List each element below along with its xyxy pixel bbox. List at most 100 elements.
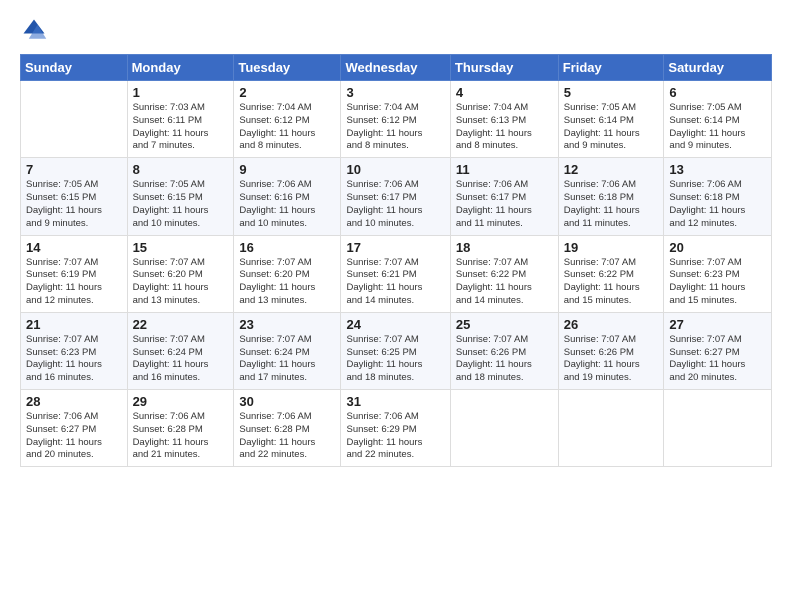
weekday-header: Thursday [450, 55, 558, 81]
day-number: 9 [239, 162, 335, 177]
day-info: Sunrise: 7:06 AMSunset: 6:28 PMDaylight:… [133, 411, 229, 462]
day-info: Sunrise: 7:04 AMSunset: 6:13 PMDaylight:… [456, 102, 553, 153]
day-cell: 9 Sunrise: 7:06 AMSunset: 6:16 PMDaylight… [234, 158, 341, 235]
day-number: 15 [133, 240, 229, 255]
day-cell: 27 Sunrise: 7:07 AMSunset: 6:27 PMDayligh… [664, 312, 772, 389]
day-cell: 10 Sunrise: 7:06 AMSunset: 6:17 PMDayligh… [341, 158, 450, 235]
day-info: Sunrise: 7:04 AMSunset: 6:12 PMDaylight:… [239, 102, 335, 153]
day-info: Sunrise: 7:07 AMSunset: 6:22 PMDaylight:… [456, 257, 553, 308]
day-number: 20 [669, 240, 766, 255]
day-number: 12 [564, 162, 659, 177]
day-number: 28 [26, 394, 122, 409]
day-info: Sunrise: 7:06 AMSunset: 6:17 PMDaylight:… [346, 179, 444, 230]
weekday-header: Monday [127, 55, 234, 81]
week-row: 28Sunrise: 7:06 AMSunset: 6:27 PMDayligh… [21, 390, 772, 467]
day-info: Sunrise: 7:07 AMSunset: 6:24 PMDaylight:… [239, 334, 335, 385]
day-info: Sunrise: 7:07 AMSunset: 6:22 PMDaylight:… [564, 257, 659, 308]
week-row: 14 Sunrise: 7:07 AMSunset: 6:19 PMDayligh… [21, 235, 772, 312]
weekday-header: Wednesday [341, 55, 450, 81]
day-cell: 5 Sunrise: 7:05 AMSunset: 6:14 PMDaylight… [558, 81, 664, 158]
weekday-header: Friday [558, 55, 664, 81]
day-info: Sunrise: 7:07 AMSunset: 6:27 PMDaylight:… [669, 334, 766, 385]
day-number: 29 [133, 394, 229, 409]
day-number: 8 [133, 162, 229, 177]
day-cell: 1 Sunrise: 7:03 AMSunset: 6:11 PMDaylight… [127, 81, 234, 158]
day-cell: 26Sunrise: 7:07 AMSunset: 6:26 PMDayligh… [558, 312, 664, 389]
weekday-header: Saturday [664, 55, 772, 81]
day-number: 27 [669, 317, 766, 332]
day-cell [558, 390, 664, 467]
day-number: 10 [346, 162, 444, 177]
day-number: 18 [456, 240, 553, 255]
calendar-header: SundayMondayTuesdayWednesdayThursdayFrid… [21, 55, 772, 81]
day-info: Sunrise: 7:06 AMSunset: 6:17 PMDaylight:… [456, 179, 553, 230]
day-cell: 12 Sunrise: 7:06 AMSunset: 6:18 PMDayligh… [558, 158, 664, 235]
header [20, 16, 772, 44]
weekday-header: Sunday [21, 55, 128, 81]
day-number: 17 [346, 240, 444, 255]
logo [20, 16, 52, 44]
day-number: 21 [26, 317, 122, 332]
day-info: Sunrise: 7:07 AMSunset: 6:23 PMDaylight:… [669, 257, 766, 308]
day-number: 6 [669, 85, 766, 100]
day-number: 24 [346, 317, 444, 332]
weekday-header: Tuesday [234, 55, 341, 81]
day-cell: 13 Sunrise: 7:06 AMSunset: 6:18 PMDayligh… [664, 158, 772, 235]
day-cell: 25Sunrise: 7:07 AMSunset: 6:26 PMDayligh… [450, 312, 558, 389]
page: SundayMondayTuesdayWednesdayThursdayFrid… [0, 0, 792, 612]
weekday-row: SundayMondayTuesdayWednesdayThursdayFrid… [21, 55, 772, 81]
day-number: 3 [346, 85, 444, 100]
day-cell: 21Sunrise: 7:07 AMSunset: 6:23 PMDayligh… [21, 312, 128, 389]
day-cell: 20 Sunrise: 7:07 AMSunset: 6:23 PMDayligh… [664, 235, 772, 312]
day-number: 30 [239, 394, 335, 409]
day-cell: 2Sunrise: 7:04 AMSunset: 6:12 PMDaylight… [234, 81, 341, 158]
day-info: Sunrise: 7:07 AMSunset: 6:21 PMDaylight:… [346, 257, 444, 308]
day-info: Sunrise: 7:03 AMSunset: 6:11 PMDaylight:… [133, 102, 229, 153]
day-cell: 4 Sunrise: 7:04 AMSunset: 6:13 PMDaylight… [450, 81, 558, 158]
day-info: Sunrise: 7:07 AMSunset: 6:24 PMDaylight:… [133, 334, 229, 385]
day-number: 5 [564, 85, 659, 100]
calendar-body: 1 Sunrise: 7:03 AMSunset: 6:11 PMDaylight… [21, 81, 772, 467]
day-number: 7 [26, 162, 122, 177]
day-cell: 23 Sunrise: 7:07 AMSunset: 6:24 PMDayligh… [234, 312, 341, 389]
day-info: Sunrise: 7:07 AMSunset: 6:25 PMDaylight:… [346, 334, 444, 385]
day-cell: 16Sunrise: 7:07 AMSunset: 6:20 PMDayligh… [234, 235, 341, 312]
day-number: 23 [239, 317, 335, 332]
day-info: Sunrise: 7:07 AMSunset: 6:19 PMDaylight:… [26, 257, 122, 308]
day-cell: 24 Sunrise: 7:07 AMSunset: 6:25 PMDayligh… [341, 312, 450, 389]
day-info: Sunrise: 7:06 AMSunset: 6:18 PMDaylight:… [564, 179, 659, 230]
day-number: 1 [133, 85, 229, 100]
day-number: 25 [456, 317, 553, 332]
day-info: Sunrise: 7:06 AMSunset: 6:18 PMDaylight:… [669, 179, 766, 230]
day-info: Sunrise: 7:06 AMSunset: 6:16 PMDaylight:… [239, 179, 335, 230]
day-info: Sunrise: 7:07 AMSunset: 6:20 PMDaylight:… [239, 257, 335, 308]
day-cell: 8Sunrise: 7:05 AMSunset: 6:15 PMDaylight… [127, 158, 234, 235]
day-cell: 18 Sunrise: 7:07 AMSunset: 6:22 PMDayligh… [450, 235, 558, 312]
day-info: Sunrise: 7:05 AMSunset: 6:15 PMDaylight:… [26, 179, 122, 230]
day-cell [450, 390, 558, 467]
week-row: 21Sunrise: 7:07 AMSunset: 6:23 PMDayligh… [21, 312, 772, 389]
day-info: Sunrise: 7:06 AMSunset: 6:28 PMDaylight:… [239, 411, 335, 462]
day-number: 22 [133, 317, 229, 332]
day-number: 31 [346, 394, 444, 409]
day-number: 11 [456, 162, 553, 177]
day-info: Sunrise: 7:05 AMSunset: 6:14 PMDaylight:… [669, 102, 766, 153]
day-cell: 29 Sunrise: 7:06 AMSunset: 6:28 PMDayligh… [127, 390, 234, 467]
day-number: 4 [456, 85, 553, 100]
day-cell: 6 Sunrise: 7:05 AMSunset: 6:14 PMDaylight… [664, 81, 772, 158]
day-cell [664, 390, 772, 467]
day-cell: 28Sunrise: 7:06 AMSunset: 6:27 PMDayligh… [21, 390, 128, 467]
week-row: 1 Sunrise: 7:03 AMSunset: 6:11 PMDaylight… [21, 81, 772, 158]
day-info: Sunrise: 7:07 AMSunset: 6:26 PMDaylight:… [564, 334, 659, 385]
day-info: Sunrise: 7:07 AMSunset: 6:20 PMDaylight:… [133, 257, 229, 308]
day-cell: 14 Sunrise: 7:07 AMSunset: 6:19 PMDayligh… [21, 235, 128, 312]
logo-icon [20, 16, 48, 44]
day-cell [21, 81, 128, 158]
day-cell: 22 Sunrise: 7:07 AMSunset: 6:24 PMDayligh… [127, 312, 234, 389]
day-cell: 15 Sunrise: 7:07 AMSunset: 6:20 PMDayligh… [127, 235, 234, 312]
day-info: Sunrise: 7:04 AMSunset: 6:12 PMDaylight:… [346, 102, 444, 153]
day-number: 13 [669, 162, 766, 177]
day-info: Sunrise: 7:05 AMSunset: 6:14 PMDaylight:… [564, 102, 659, 153]
day-number: 14 [26, 240, 122, 255]
week-row: 7 Sunrise: 7:05 AMSunset: 6:15 PMDaylight… [21, 158, 772, 235]
